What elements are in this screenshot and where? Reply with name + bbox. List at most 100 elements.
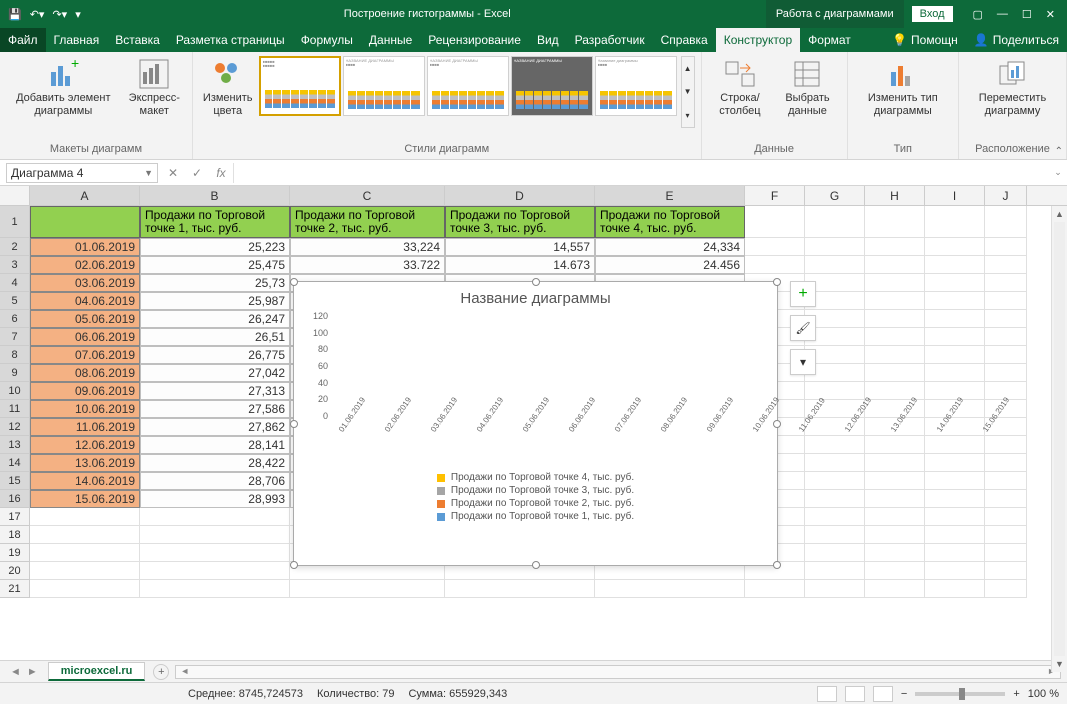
change-chart-type-button[interactable]: Изменить тип диаграммы [854, 56, 952, 120]
redo-icon[interactable]: ↷▾ [52, 8, 67, 21]
cell[interactable] [865, 274, 925, 292]
cell[interactable] [985, 292, 1027, 310]
cell[interactable] [865, 454, 925, 472]
row-header[interactable]: 8 [0, 346, 30, 364]
undo-icon[interactable]: ↶▾ [30, 8, 45, 21]
chart-filters-button[interactable]: ▾ [790, 349, 816, 375]
chart-elements-button[interactable]: + [790, 281, 816, 307]
cell[interactable]: 27,313 [140, 382, 290, 400]
sheet-nav-prev-icon[interactable]: ◄ [10, 666, 21, 678]
tab-review[interactable]: Рецензирование [420, 28, 529, 52]
row-header[interactable]: 15 [0, 472, 30, 490]
cell[interactable] [925, 544, 985, 562]
cell[interactable] [985, 544, 1027, 562]
column-header[interactable]: H [865, 186, 925, 205]
cell[interactable] [925, 274, 985, 292]
row-header[interactable]: 18 [0, 526, 30, 544]
cell[interactable] [805, 256, 865, 274]
row-header[interactable]: 20 [0, 562, 30, 580]
column-header[interactable]: B [140, 186, 290, 205]
select-all-corner[interactable] [0, 186, 30, 205]
chart-style-2[interactable]: НАЗВАНИЕ ДИАГРАММЫ■■■■ [343, 56, 425, 116]
collapse-ribbon-icon[interactable]: ⌃ [1055, 146, 1063, 157]
cell[interactable] [865, 508, 925, 526]
resize-handle[interactable] [773, 278, 781, 286]
tab-help[interactable]: Справка [653, 28, 716, 52]
cell[interactable] [985, 562, 1027, 580]
cell[interactable] [985, 256, 1027, 274]
cell[interactable]: 27,042 [140, 364, 290, 382]
cell[interactable] [985, 206, 1027, 238]
cell[interactable] [985, 490, 1027, 508]
cell[interactable] [865, 544, 925, 562]
resize-handle[interactable] [773, 561, 781, 569]
new-sheet-button[interactable]: + [153, 664, 169, 680]
cell[interactable] [865, 382, 925, 400]
cell[interactable] [865, 238, 925, 256]
column-header[interactable]: C [290, 186, 445, 205]
cell[interactable] [925, 490, 985, 508]
tab-formulas[interactable]: Формулы [293, 28, 361, 52]
tell-me-button[interactable]: 💡Помощн [884, 33, 966, 47]
gallery-more-icon[interactable]: ▾ [682, 104, 694, 127]
cell[interactable] [805, 490, 865, 508]
cell[interactable] [985, 472, 1027, 490]
close-icon[interactable]: ✕ [1046, 8, 1055, 21]
resize-handle[interactable] [290, 561, 298, 569]
column-header[interactable]: G [805, 186, 865, 205]
cell[interactable]: 28,141 [140, 436, 290, 454]
maximize-icon[interactable]: ☐ [1022, 8, 1032, 21]
scroll-down-icon[interactable]: ▼ [1052, 656, 1067, 672]
cell[interactable] [445, 580, 595, 598]
chart-style-1[interactable]: ■■■■■■■■■■ [259, 56, 341, 116]
login-button[interactable]: Вход [912, 6, 953, 22]
chart-legend[interactable]: Продажи по Торговой точке 4, тыс. руб.Пр… [294, 465, 777, 527]
zoom-level[interactable]: 100 % [1028, 688, 1059, 700]
column-header[interactable]: E [595, 186, 745, 205]
row-header[interactable]: 14 [0, 454, 30, 472]
cell[interactable] [290, 580, 445, 598]
cell[interactable] [985, 580, 1027, 598]
cell[interactable] [30, 562, 140, 580]
row-header[interactable]: 19 [0, 544, 30, 562]
cancel-formula-icon[interactable]: ✕ [161, 166, 185, 180]
cell[interactable] [805, 526, 865, 544]
cell[interactable]: 10.06.2019 [30, 400, 140, 418]
cell[interactable] [140, 526, 290, 544]
share-button[interactable]: 👤Поделиться [966, 33, 1067, 47]
cell[interactable] [745, 256, 805, 274]
row-header[interactable]: 4 [0, 274, 30, 292]
cell[interactable] [140, 544, 290, 562]
cell[interactable] [985, 454, 1027, 472]
cell[interactable]: 03.06.2019 [30, 274, 140, 292]
gallery-down-icon[interactable]: ▼ [682, 80, 694, 103]
cell[interactable] [865, 472, 925, 490]
cell[interactable] [865, 310, 925, 328]
cell[interactable] [925, 454, 985, 472]
cell[interactable] [925, 346, 985, 364]
cell[interactable]: 25,987 [140, 292, 290, 310]
cell[interactable] [925, 238, 985, 256]
cell[interactable] [925, 562, 985, 580]
cell[interactable]: 28,993 [140, 490, 290, 508]
cell[interactable]: 25,475 [140, 256, 290, 274]
chart-style-5[interactable]: Название диаграммы■■■■ [595, 56, 677, 116]
vertical-scrollbar[interactable]: ▲ ▼ [1051, 206, 1067, 672]
tab-format[interactable]: Формат [800, 28, 859, 52]
cell[interactable] [865, 256, 925, 274]
cell[interactable] [985, 508, 1027, 526]
cell[interactable]: 27,586 [140, 400, 290, 418]
cell[interactable] [805, 454, 865, 472]
name-box[interactable]: Диаграмма 4▼ [6, 163, 158, 183]
cell[interactable] [865, 346, 925, 364]
chart-style-4[interactable]: НАЗВАНИЕ ДИАГРАММЫ [511, 56, 593, 116]
cell[interactable] [985, 346, 1027, 364]
zoom-slider[interactable] [915, 692, 1005, 696]
row-header[interactable]: 16 [0, 490, 30, 508]
change-colors-button[interactable]: Изменить цвета [199, 56, 257, 120]
cell[interactable] [925, 580, 985, 598]
quick-layout-button[interactable]: Экспресс-макет [123, 56, 186, 120]
scroll-up-icon[interactable]: ▲ [1052, 206, 1067, 222]
cell[interactable] [805, 238, 865, 256]
cell[interactable] [925, 526, 985, 544]
